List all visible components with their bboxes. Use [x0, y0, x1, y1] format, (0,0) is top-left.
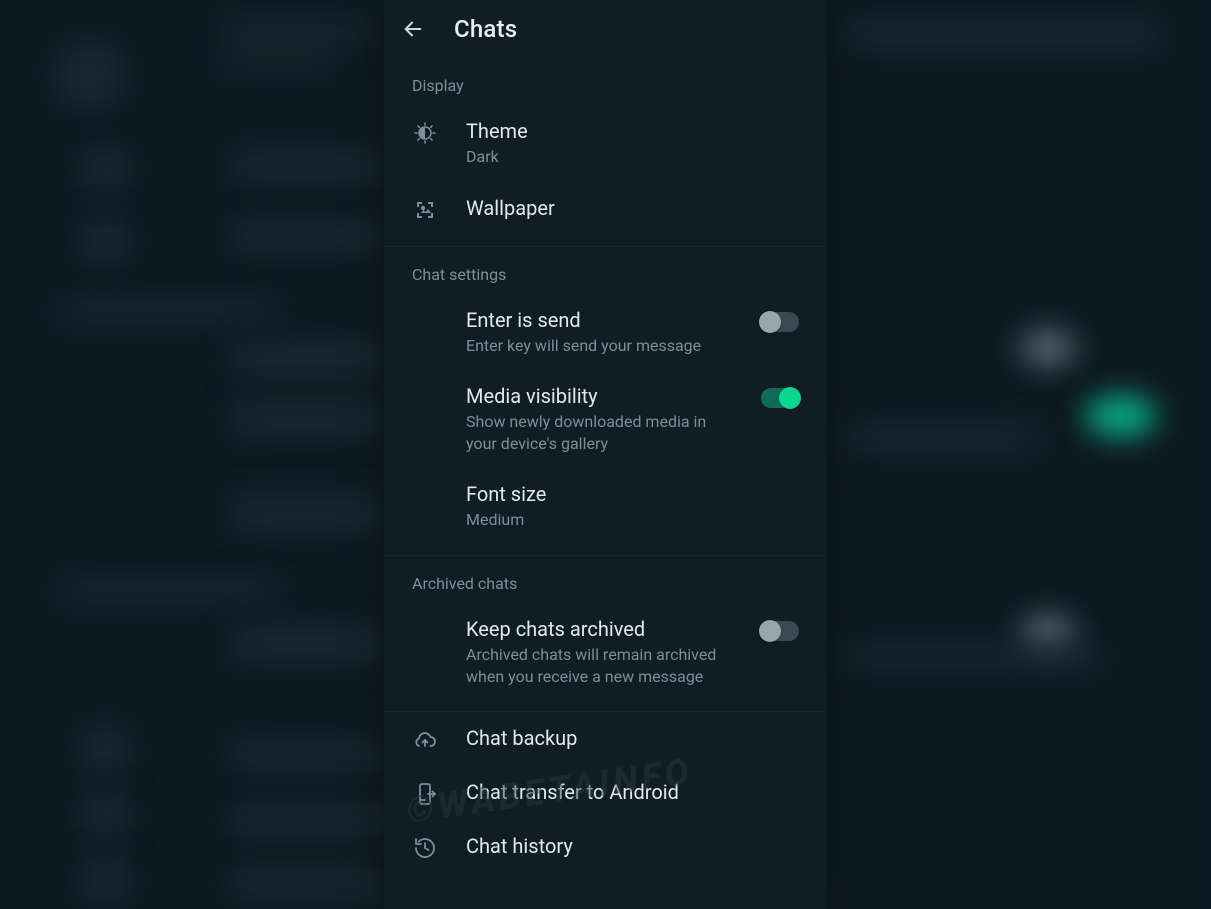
keep-archived-label: Keep chats archived — [466, 617, 725, 642]
row-chat-history[interactable]: Chat history — [384, 820, 827, 874]
row-media-visibility[interactable]: Media visibility Show newly downloaded m… — [384, 370, 827, 468]
section-display: Display Theme Dark Wallpaper — [384, 58, 827, 246]
row-font-size[interactable]: Font size Medium — [384, 468, 827, 545]
keep-archived-toggle[interactable] — [761, 621, 799, 641]
media-visibility-sub: Show newly downloaded media in your devi… — [466, 411, 725, 454]
row-enter-is-send[interactable]: Enter is send Enter key will send your m… — [384, 294, 827, 371]
row-keep-archived[interactable]: Keep chats archived Archived chats will … — [384, 603, 827, 701]
enter-is-send-toggle[interactable] — [761, 312, 799, 332]
chat-backup-label: Chat backup — [466, 726, 791, 751]
back-icon[interactable] — [402, 18, 424, 40]
cloud-upload-icon — [412, 728, 438, 752]
section-header-chat-settings: Chat settings — [384, 247, 827, 294]
page-title: Chats — [454, 15, 517, 43]
section-more: Chat backup Chat transfer to Android Cha… — [384, 711, 827, 884]
section-chat-settings: Chat settings Enter is send Enter key wi… — [384, 246, 827, 555]
chat-transfer-label: Chat transfer to Android — [466, 780, 791, 805]
history-icon — [412, 836, 438, 860]
row-chat-backup[interactable]: Chat backup — [384, 712, 827, 766]
row-wallpaper[interactable]: Wallpaper — [384, 182, 827, 236]
row-chat-transfer[interactable]: Chat transfer to Android — [384, 766, 827, 820]
chat-history-label: Chat history — [466, 834, 791, 859]
theme-value: Dark — [466, 146, 791, 168]
wallpaper-label: Wallpaper — [466, 196, 791, 221]
section-archived: Archived chats Keep chats archived Archi… — [384, 555, 827, 711]
font-size-label: Font size — [466, 482, 791, 507]
enter-is-send-label: Enter is send — [466, 308, 725, 333]
theme-label: Theme — [466, 119, 791, 144]
media-visibility-toggle[interactable] — [761, 388, 799, 408]
section-header-archived: Archived chats — [384, 556, 827, 603]
font-size-value: Medium — [466, 509, 791, 531]
appbar: Chats — [384, 0, 827, 58]
keep-archived-sub: Archived chats will remain archived when… — [466, 644, 725, 687]
theme-icon — [412, 121, 438, 145]
enter-is-send-sub: Enter key will send your message — [466, 335, 725, 357]
phone-transfer-icon — [412, 782, 438, 806]
row-theme[interactable]: Theme Dark — [384, 105, 827, 182]
settings-panel: Chats Display Theme Dark Wallpaper — [384, 0, 827, 909]
wallpaper-icon — [412, 198, 438, 222]
section-header-display: Display — [384, 58, 827, 105]
media-visibility-label: Media visibility — [466, 384, 725, 409]
